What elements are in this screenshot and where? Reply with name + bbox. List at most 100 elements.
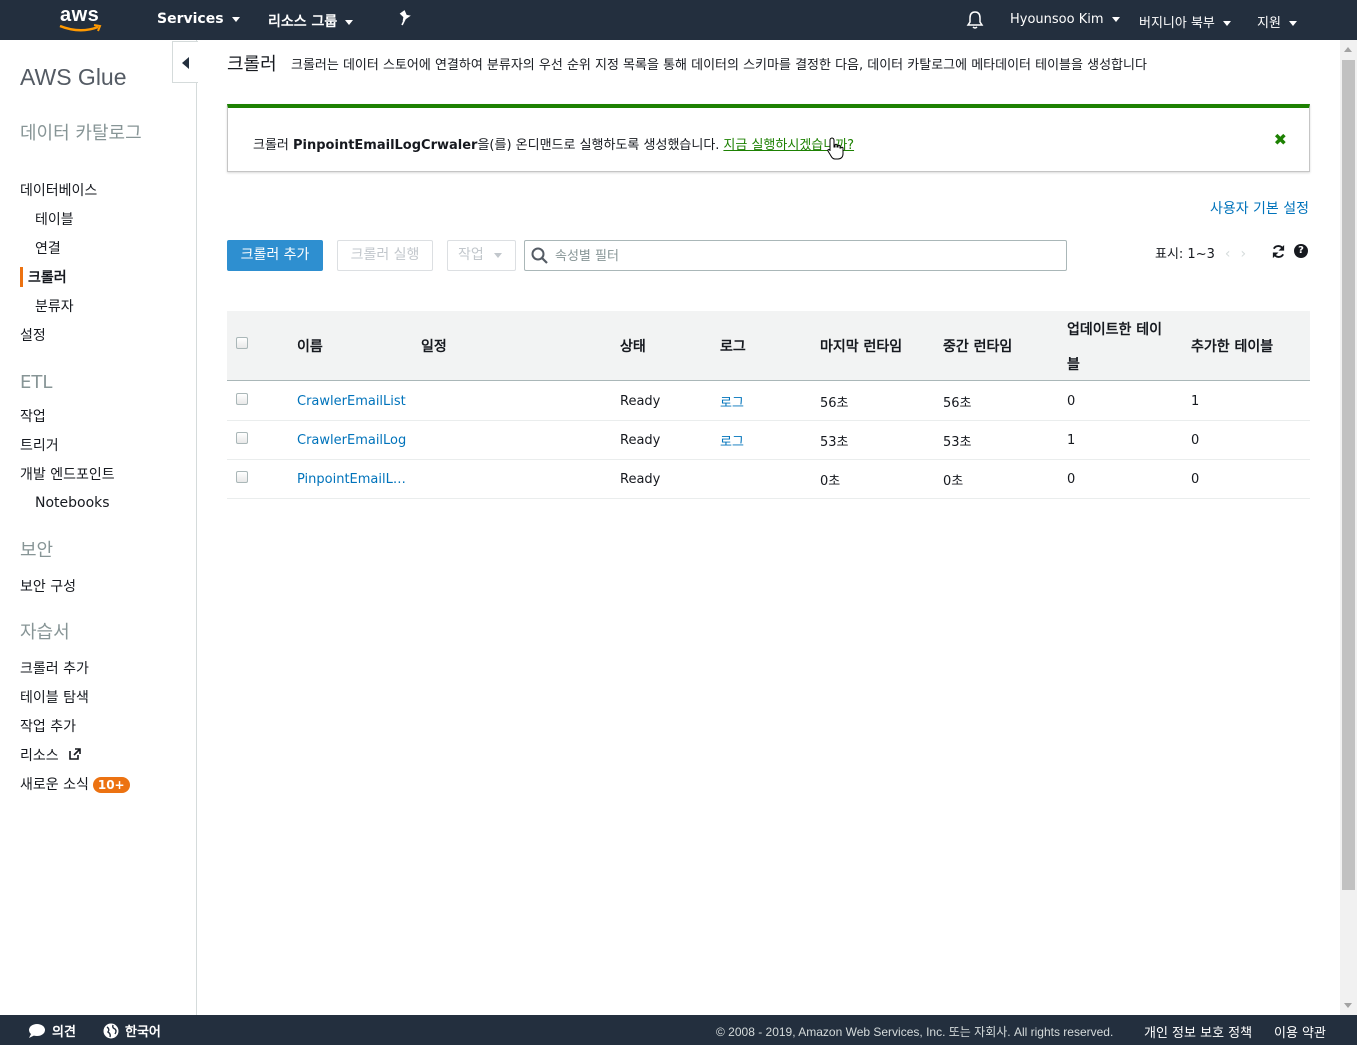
sidebar-item-notebooks[interactable]: Notebooks bbox=[35, 495, 110, 511]
column-header-median-runtime[interactable]: 중간 런타임 bbox=[943, 336, 1012, 356]
flash-crawler-name: PinpointEmailLogCrwaler bbox=[293, 138, 478, 153]
sidebar-section-security: 보안 bbox=[20, 540, 54, 561]
row-checkbox[interactable] bbox=[236, 432, 248, 444]
region-menu[interactable]: 버지니아 북부 bbox=[1139, 12, 1231, 31]
speech-bubble-icon bbox=[29, 1024, 45, 1038]
language-selector[interactable]: 한국어 bbox=[103, 1021, 161, 1040]
resource-groups-label: 리소스 그룹 bbox=[268, 14, 338, 30]
user-name: Hyounsoo Kim bbox=[1010, 12, 1104, 27]
column-header-logs[interactable]: 로그 bbox=[720, 336, 746, 356]
user-menu[interactable]: Hyounsoo Kim bbox=[1010, 12, 1120, 27]
row-checkbox[interactable] bbox=[236, 471, 248, 483]
globe-icon bbox=[103, 1023, 119, 1039]
last-runtime: 0초 bbox=[820, 474, 841, 489]
aws-logo[interactable]: aws bbox=[56, 4, 106, 34]
page-title: 크롤러 bbox=[227, 54, 277, 75]
sidebar-item-dev-endpoints[interactable]: 개발 엔드포인트 bbox=[20, 464, 115, 484]
sidebar-item-explore-table[interactable]: 테이블 탐색 bbox=[20, 687, 89, 707]
close-icon[interactable]: ✖ bbox=[1274, 130, 1287, 149]
scroll-up-icon[interactable] bbox=[1344, 47, 1352, 52]
chevron-down-icon bbox=[1111, 17, 1120, 22]
sidebar-item-add-crawler[interactable]: 크롤러 추가 bbox=[20, 658, 89, 678]
bell-icon bbox=[966, 11, 984, 29]
logs-link[interactable]: 로그 bbox=[720, 431, 744, 450]
user-preferences-link[interactable]: 사용자 기본 설정 bbox=[1210, 198, 1309, 218]
notifications-button[interactable] bbox=[966, 10, 984, 34]
column-header-tables-updated-wrap: 블 bbox=[1067, 357, 1080, 373]
sidebar-item-crawlers[interactable]: 크롤러 bbox=[20, 267, 67, 287]
select-all-checkbox[interactable] bbox=[236, 337, 248, 349]
sidebar-item-add-job[interactable]: 작업 추가 bbox=[20, 716, 76, 736]
add-crawler-button[interactable]: 크롤러 추가 bbox=[227, 240, 323, 271]
sidebar-section-etl: ETL bbox=[20, 372, 53, 393]
sidebar-item-tables[interactable]: 테이블 bbox=[35, 209, 74, 229]
crawler-name-link[interactable]: CrawlerEmailLog bbox=[297, 433, 406, 448]
sidebar-item-triggers[interactable]: 트리거 bbox=[20, 435, 59, 455]
flash-prefix: 크롤러 bbox=[253, 138, 294, 153]
chevron-down-icon bbox=[493, 252, 502, 258]
column-header-tables-added[interactable]: 추가한 테이블 bbox=[1191, 336, 1273, 356]
terms-of-use-link[interactable]: 이용 약관 bbox=[1274, 1022, 1326, 1041]
support-label: 지원 bbox=[1257, 16, 1281, 31]
page-scrollbar[interactable] bbox=[1340, 40, 1357, 1015]
column-header-name[interactable]: 이름 bbox=[297, 336, 323, 356]
sidebar-item-resources[interactable]: 리소스 bbox=[20, 745, 82, 765]
aws-smile-icon bbox=[59, 24, 102, 32]
column-header-tables-updated[interactable]: 업데이트한 테이 bbox=[1067, 319, 1162, 339]
chevron-down-icon bbox=[345, 19, 354, 25]
sidebar-item-jobs[interactable]: 작업 bbox=[20, 406, 46, 426]
feedback-button[interactable]: 의견 bbox=[28, 1021, 76, 1040]
feedback-label: 의견 bbox=[52, 1025, 76, 1040]
logs-link[interactable]: 로그 bbox=[720, 392, 744, 411]
whats-new-badge: 10+ bbox=[92, 777, 130, 793]
scrollbar-thumb[interactable] bbox=[1342, 60, 1355, 890]
whats-new-label: 새로운 소식 bbox=[20, 777, 89, 793]
filter-box bbox=[524, 240, 1067, 271]
sidebar-item-whats-new[interactable]: 새로운 소식 10+ bbox=[20, 774, 130, 794]
chevron-right-icon[interactable]: › bbox=[1240, 246, 1246, 262]
pagination: 표시: 1~3 ‹ › bbox=[1155, 243, 1246, 262]
sidebar-item-connections[interactable]: 연결 bbox=[35, 238, 61, 258]
column-header-last-runtime[interactable]: 마지막 런타임 bbox=[820, 336, 902, 356]
support-menu[interactable]: 지원 bbox=[1257, 12, 1297, 31]
chevron-left-icon[interactable]: ‹ bbox=[1225, 246, 1231, 262]
sidebar-item-security-config[interactable]: 보안 구성 bbox=[20, 576, 76, 596]
column-header-schedule[interactable]: 일정 bbox=[421, 336, 447, 356]
column-header-status[interactable]: 상태 bbox=[620, 336, 646, 356]
search-icon bbox=[531, 247, 548, 264]
table-row[interactable]: PinpointEmailL… Ready 0초 0초 0 0 bbox=[227, 460, 1310, 499]
refresh-icon[interactable] bbox=[1271, 244, 1286, 259]
chevron-down-icon bbox=[1288, 21, 1297, 26]
top-navigation: aws Services 리소스 그룹 Hyounsoo Kim 버지니아 북부… bbox=[0, 0, 1357, 40]
run-crawler-button[interactable]: 크롤러 실행 bbox=[337, 240, 433, 271]
sidebar-item-settings[interactable]: 설정 bbox=[20, 325, 46, 345]
sidebar-item-classifiers[interactable]: 분류자 bbox=[35, 296, 74, 316]
median-runtime: 0초 bbox=[943, 474, 964, 489]
services-menu[interactable]: Services bbox=[157, 11, 240, 27]
last-runtime: 53초 bbox=[820, 435, 849, 450]
row-checkbox[interactable] bbox=[236, 393, 248, 405]
help-icon[interactable]: ? bbox=[1294, 244, 1308, 258]
resources-label: 리소스 bbox=[20, 748, 59, 764]
pin-button[interactable] bbox=[398, 10, 412, 30]
collapse-sidebar-button[interactable] bbox=[172, 41, 198, 83]
table-row[interactable]: CrawlerEmailList Ready 로그 56초 56초 0 1 bbox=[227, 382, 1310, 421]
sidebar-section-data-catalog: 데이터 카탈로그 bbox=[20, 123, 142, 144]
crawler-status: Ready bbox=[620, 394, 661, 409]
services-label: Services bbox=[157, 11, 224, 27]
table-row[interactable]: CrawlerEmailLog Ready 로그 53초 53초 1 0 bbox=[227, 421, 1310, 460]
language-label: 한국어 bbox=[125, 1025, 161, 1040]
crawler-name-link[interactable]: PinpointEmailL… bbox=[297, 472, 406, 487]
region-label: 버지니아 북부 bbox=[1139, 16, 1215, 31]
tables-added: 0 bbox=[1191, 472, 1200, 487]
sidebar-item-databases[interactable]: 데이터베이스 bbox=[20, 180, 97, 200]
tables-updated: 0 bbox=[1067, 394, 1076, 409]
crawler-name-link[interactable]: CrawlerEmailList bbox=[297, 394, 406, 409]
table-header: 이름 일정 상태 로그 마지막 런타임 중간 런타임 업데이트한 테이 블 추가… bbox=[227, 311, 1310, 381]
scroll-down-icon[interactable] bbox=[1344, 1003, 1352, 1008]
action-dropdown[interactable]: 작업 bbox=[447, 240, 516, 271]
privacy-policy-link[interactable]: 개인 정보 보호 정책 bbox=[1144, 1022, 1252, 1041]
filter-input[interactable] bbox=[555, 246, 1055, 266]
resource-groups-menu[interactable]: 리소스 그룹 bbox=[268, 11, 354, 31]
sidebar-section-tutorials: 자습서 bbox=[20, 622, 70, 643]
